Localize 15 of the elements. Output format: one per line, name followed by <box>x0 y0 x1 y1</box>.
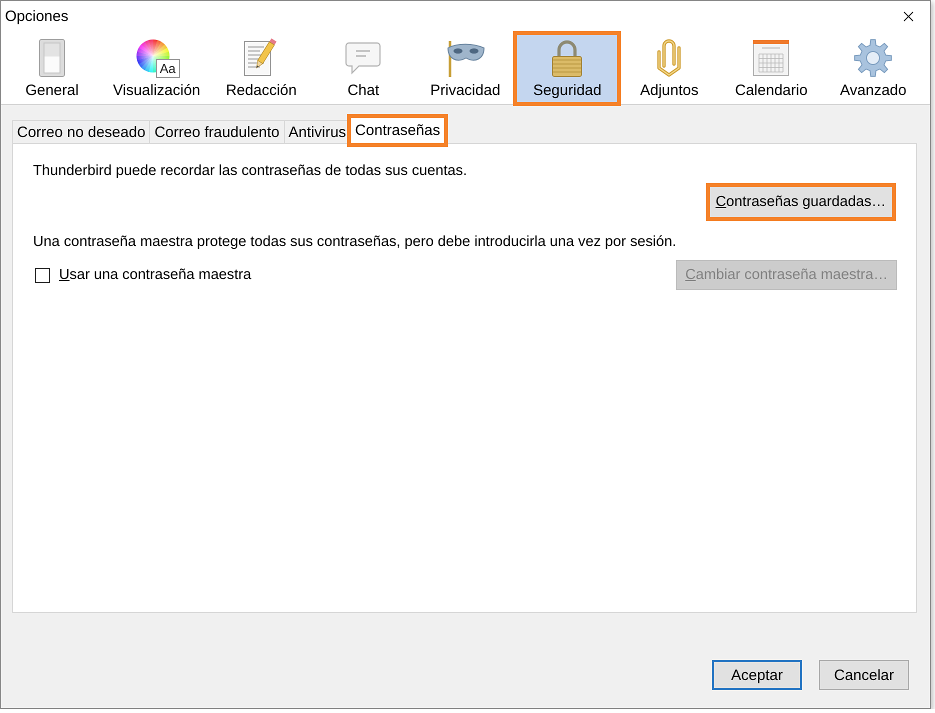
window-title: Opciones <box>5 8 68 25</box>
saved-passwords-button[interactable]: Contraseñas guardadas… <box>708 186 893 218</box>
calendar-icon <box>752 39 790 77</box>
dialog-button[interactable]: Aceptar <box>712 660 802 690</box>
checkbox-label[interactable]: Usar una contraseña maestra <box>59 266 252 284</box>
tab[interactable]: Correo no deseado <box>12 120 150 144</box>
tab[interactable]: Contraseñas <box>350 117 446 144</box>
description-text: Thunderbird puede recordar las contraseñas de todas sus cuentas. <box>33 162 468 180</box>
checkbox[interactable] <box>35 268 50 282</box>
font-sample-badge: Aa <box>156 59 180 78</box>
gear-icon <box>853 38 894 78</box>
pane-button[interactable]: Seguridad <box>516 34 618 103</box>
light-switch-icon <box>39 39 65 77</box>
dialog-button[interactable]: Cancelar <box>819 660 909 690</box>
master-password-note: Una contraseña maestra protege todas sus contraseñas, pero debe introducirla una vez por sesión. <box>33 233 678 251</box>
